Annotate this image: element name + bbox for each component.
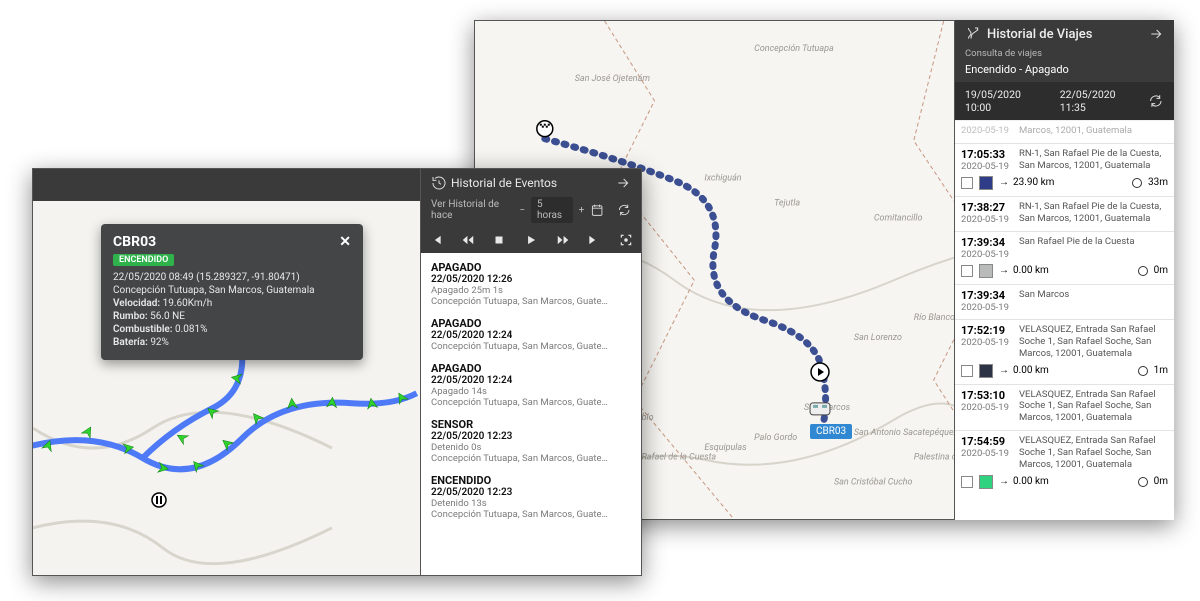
events-hint: Ver Historial de hace (431, 199, 513, 221)
trips-title: Historial de Viajes (987, 27, 1092, 42)
svg-text:San José Ojetenám: San José Ojetenám (575, 74, 651, 84)
close-icon[interactable]: ✕ (339, 234, 351, 250)
stop-icon[interactable] (492, 233, 506, 247)
event-item[interactable]: APAGADO22/05/2020 12:24Apagado 14sConcep… (431, 362, 631, 408)
svg-text:San Antonio Sacatepéquez: San Antonio Sacatepéquez (854, 428, 959, 438)
trip-item[interactable]: 17:39:342020-05-19San Rafael Pie de la C… (955, 231, 1174, 284)
svg-text:Concepción Tutuapa: Concepción Tutuapa (754, 44, 834, 54)
trip-item[interactable]: 17:53:102020-05-19VELASQUEZ, Entrada San… (955, 384, 1174, 431)
events-title: Historial de Eventos (451, 176, 557, 190)
svg-text:Ixchiguán: Ixchiguán (704, 174, 741, 184)
popup-location: Concepción Tutuapa, San Marcos, Guatemal… (113, 285, 351, 296)
vehicle-label[interactable]: CBR03 (810, 424, 852, 439)
vehicle-popup: CBR03 ✕ ENCENDIDO 22/05/2020 08:49 (15.2… (101, 224, 363, 360)
svg-text:San Lorenzo: San Lorenzo (854, 333, 902, 343)
svg-text:Palo Gordo: Palo Gordo (754, 433, 797, 443)
trip-checkbox[interactable] (961, 265, 973, 277)
trips-to-date[interactable]: 22/05/2020 11:35 (1060, 88, 1143, 114)
svg-text:Comitancillo: Comitancillo (874, 213, 923, 223)
skip-end-icon[interactable] (587, 233, 601, 247)
playback-controls (421, 227, 641, 253)
trip-item[interactable]: 17:39:342020-05-19San Marcos (955, 284, 1174, 319)
play-icon[interactable] (524, 233, 538, 247)
fastfwd-icon[interactable] (556, 233, 570, 247)
trips-from-date[interactable]: 19/05/2020 10:00 (965, 88, 1048, 114)
event-item[interactable]: SENSOR22/05/2020 12:23Detenido 0sConcepc… (431, 418, 631, 464)
trip-checkbox[interactable] (961, 476, 973, 488)
minus-button[interactable]: − (519, 205, 525, 216)
trip-checkbox[interactable] (961, 177, 973, 189)
focus-icon[interactable] (619, 233, 633, 247)
popup-timestamp: 22/05/2020 08:49 (15.289327, -91.80471) (113, 272, 351, 283)
end-marker (811, 363, 829, 381)
trip-item[interactable]: 17:52:192020-05-19VELASQUEZ, Entrada San… (955, 319, 1174, 384)
svg-text:Esquipulas: Esquipulas (704, 443, 747, 453)
trip-color-swatch (979, 264, 993, 278)
duration-icon (1132, 178, 1142, 188)
trip-checkbox[interactable] (961, 365, 973, 377)
hours-value[interactable]: 5 horas (531, 197, 573, 223)
calendar-icon[interactable] (590, 202, 604, 218)
svg-text:San Cristóbal Cucho: San Cristóbal Cucho (834, 478, 913, 488)
skip-start-icon[interactable] (429, 233, 443, 247)
status-badge: ENCENDIDO (113, 254, 174, 266)
trip-item[interactable]: 17:38:272020-05-19RN-1, San Rafael Pie d… (955, 196, 1174, 231)
duration-icon (1138, 477, 1148, 487)
event-item[interactable]: APAGADO22/05/2020 12:24Concepción Tutuap… (431, 317, 631, 352)
trip-color-swatch (979, 176, 993, 190)
svg-text:Río Blanco: Río Blanco (914, 313, 955, 323)
svg-text:Tejutla: Tejutla (774, 198, 800, 208)
duration-icon (1138, 266, 1148, 276)
refresh-icon[interactable] (1148, 93, 1164, 109)
trips-panel: Historial de Viajes Consulta de viajes E… (954, 20, 1174, 520)
trips-mode[interactable]: Encendido - Apagado (965, 63, 1164, 76)
trip-item[interactable]: 17:54:592020-05-19VELASQUEZ, Entrada San… (955, 430, 1174, 495)
arrow-right-icon[interactable] (615, 175, 631, 191)
plus-button[interactable]: + (579, 205, 585, 216)
events-panel: Historial de Eventos Ver Historial de ha… (420, 168, 642, 576)
event-item[interactable]: APAGADO22/05/2020 12:26Apagado 25m 1sCon… (431, 261, 631, 307)
arrow-right-icon[interactable] (1148, 26, 1164, 42)
vehicle-icon[interactable] (810, 403, 830, 415)
history-icon (431, 175, 447, 191)
popup-title: CBR03 (113, 234, 156, 250)
event-item[interactable]: ENCENDIDO22/05/2020 12:23Detenido 13sCon… (431, 474, 631, 520)
trip-item[interactable]: 17:05:332020-05-19RN-1, San Rafael Pie d… (955, 143, 1174, 196)
start-marker (537, 121, 553, 137)
pause-marker (151, 492, 167, 508)
trip-color-swatch (979, 475, 993, 489)
rewind-icon[interactable] (461, 233, 475, 247)
duration-icon (1138, 366, 1148, 376)
refresh-icon[interactable] (617, 202, 631, 218)
trip-color-swatch (979, 364, 993, 378)
route-icon (965, 26, 981, 42)
trips-subtitle: Consulta de viajes (965, 48, 1164, 59)
